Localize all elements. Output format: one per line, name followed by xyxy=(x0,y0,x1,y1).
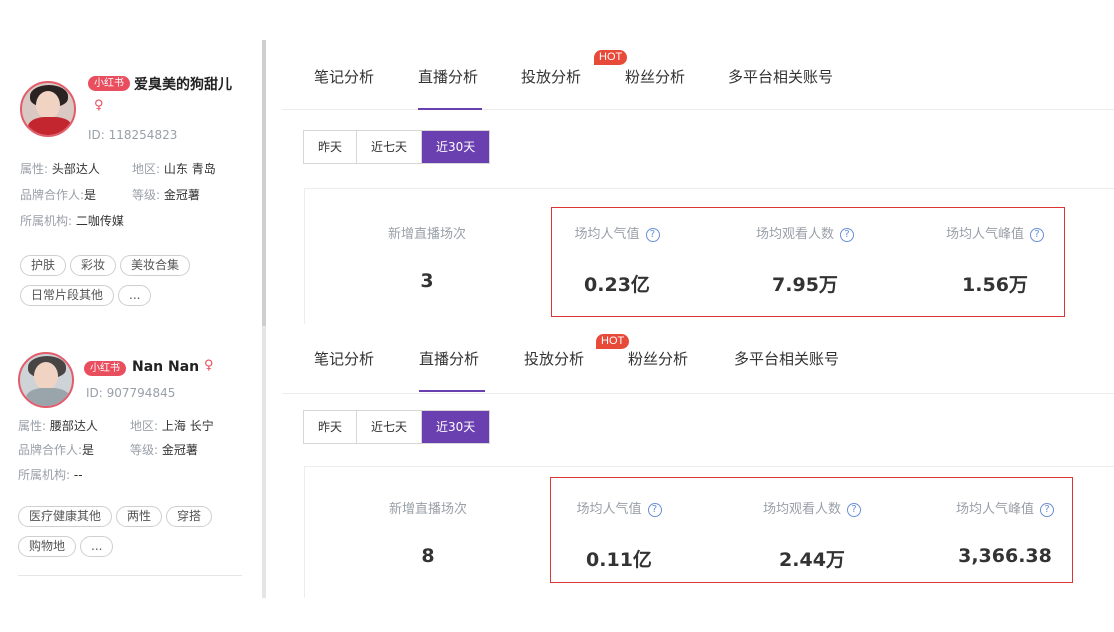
more-tags-button[interactable]: ... xyxy=(80,536,114,557)
avatar[interactable] xyxy=(20,81,76,137)
attr-level: 等级: 金冠薯 xyxy=(130,443,198,457)
tag[interactable]: 日常片段其他 xyxy=(20,285,115,306)
range-7days[interactable]: 近七天 xyxy=(357,131,423,163)
profile-id: ID: 118254823 xyxy=(88,128,178,142)
avatar[interactable] xyxy=(18,352,74,408)
analysis-panel-2: 笔记分析 直播分析 投放分析 HOT 粉丝分析 多平台相关账号 昨天 近七天 近… xyxy=(282,324,1114,598)
highlight-box xyxy=(550,477,1073,583)
profile-name[interactable]: 爱臭美的狗甜儿 xyxy=(134,74,232,94)
tab-fans[interactable]: 粉丝分析 xyxy=(625,66,685,87)
range-30days[interactable]: 近30天 xyxy=(422,411,490,443)
platform-badge: 小红书 xyxy=(84,361,126,376)
platform-badge: 小红书 xyxy=(88,76,130,91)
range-yesterday[interactable]: 昨天 xyxy=(304,411,358,443)
attr-organization: 所属机构: -- xyxy=(18,468,83,482)
more-tags-button[interactable]: ... xyxy=(118,285,152,306)
analysis-panel-1: 笔记分析 直播分析 投放分析 HOT 粉丝分析 多平台相关账号 昨天 近七天 近… xyxy=(282,40,1114,326)
tag-list: 护肤 彩妆 美妆合集 日常片段其他... xyxy=(20,254,240,314)
range-30days[interactable]: 近30天 xyxy=(422,131,490,163)
tab-notes[interactable]: 笔记分析 xyxy=(314,348,374,369)
tag[interactable]: 医疗健康其他 xyxy=(18,506,113,527)
tab-multiplatform[interactable]: 多平台相关账号 xyxy=(734,348,839,369)
gender-female-icon: ♀ xyxy=(204,358,214,373)
tag[interactable]: 穿搭 xyxy=(166,506,213,527)
tab-notes[interactable]: 笔记分析 xyxy=(314,66,374,87)
profile-name[interactable]: Nan Nan xyxy=(132,359,199,375)
tab-ads[interactable]: 投放分析 xyxy=(521,66,581,87)
scrollbar-thumb[interactable] xyxy=(262,40,266,326)
tag[interactable]: 两性 xyxy=(116,506,163,527)
range-7days[interactable]: 近七天 xyxy=(357,411,423,443)
tab-fans[interactable]: 粉丝分析 xyxy=(628,348,688,369)
tab-ads[interactable]: 投放分析 xyxy=(524,348,584,369)
hot-badge: HOT xyxy=(594,50,628,65)
profile-id: ID: 907794845 xyxy=(86,386,176,400)
metric-value: 3 xyxy=(420,270,434,292)
attr-brand-partner: 品牌合作人:是 xyxy=(20,188,97,202)
date-range-selector: 昨天 近七天 近30天 xyxy=(303,410,491,444)
scrollbar[interactable] xyxy=(262,40,266,598)
tag[interactable]: 彩妆 xyxy=(70,255,117,276)
attr-type: 属性: 头部达人 xyxy=(20,162,100,176)
attr-type: 属性: 腰部达人 xyxy=(18,419,98,433)
metric-new-live-sessions: 新增直播场次 3 xyxy=(352,223,502,292)
highlight-box xyxy=(551,207,1065,317)
tag[interactable]: 购物地 xyxy=(18,536,77,557)
active-tab-indicator xyxy=(419,390,485,392)
metric-new-live-sessions: 新增直播场次 8 xyxy=(353,498,503,567)
tab-bar: 笔记分析 直播分析 投放分析 HOT 粉丝分析 多平台相关账号 xyxy=(282,40,1114,110)
attr-organization: 所属机构: 二咖传媒 xyxy=(20,214,124,228)
active-tab-indicator xyxy=(418,108,482,110)
gender-female-icon: ♀ xyxy=(94,98,104,113)
attr-level: 等级: 金冠薯 xyxy=(132,188,200,202)
tag[interactable]: 美妆合集 xyxy=(120,255,191,276)
tab-multiplatform[interactable]: 多平台相关账号 xyxy=(728,66,833,87)
tab-live[interactable]: 直播分析 xyxy=(419,348,479,369)
attr-region: 地区: 上海 长宁 xyxy=(130,419,214,433)
range-yesterday[interactable]: 昨天 xyxy=(304,131,358,163)
date-range-selector: 昨天 近七天 近30天 xyxy=(303,130,491,164)
attr-brand-partner: 品牌合作人:是 xyxy=(18,443,95,457)
divider xyxy=(18,575,242,576)
tab-bar: 笔记分析 直播分析 投放分析 HOT 粉丝分析 多平台相关账号 xyxy=(282,324,1114,394)
hot-badge: HOT xyxy=(596,334,630,349)
tab-live[interactable]: 直播分析 xyxy=(418,66,478,87)
tag-list: 医疗健康其他 两性 穿搭 购物地... xyxy=(18,505,238,565)
metric-value: 8 xyxy=(421,545,435,567)
tag[interactable]: 护肤 xyxy=(20,255,67,276)
attr-region: 地区: 山东 青岛 xyxy=(132,162,216,176)
